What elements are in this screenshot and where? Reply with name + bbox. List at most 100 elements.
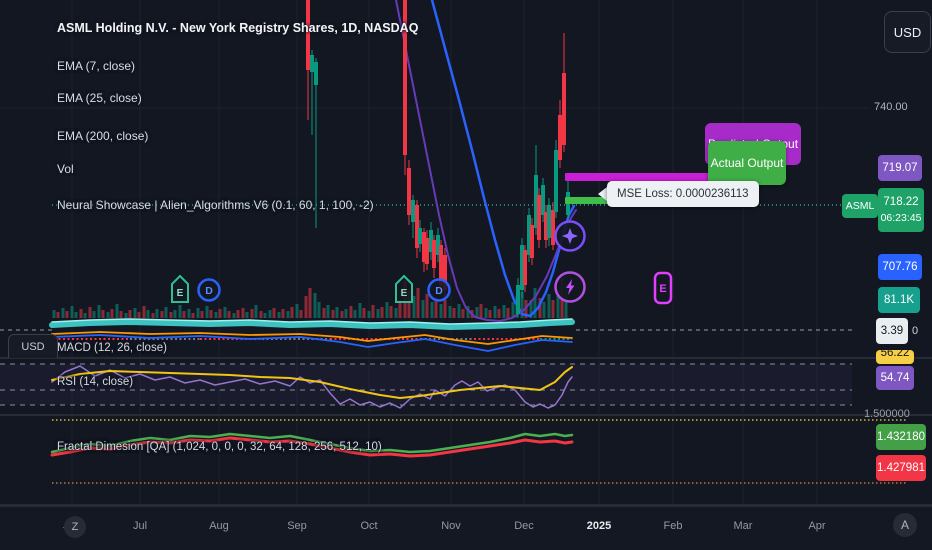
time-axis-label: Oct — [360, 520, 378, 532]
volume-bar — [88, 307, 92, 318]
timezone-button[interactable]: Z — [64, 516, 86, 538]
candle-body — [551, 210, 555, 245]
pane-separator[interactable] — [0, 414, 932, 416]
auto-scale-button[interactable]: A — [893, 513, 917, 537]
volume-bar — [173, 310, 177, 318]
volume-bar — [371, 305, 375, 318]
volume-bar — [169, 312, 173, 318]
tooltip-arrow — [598, 187, 607, 201]
volume-bar — [340, 311, 344, 318]
candle-body — [547, 205, 551, 238]
volume-bar — [160, 311, 164, 318]
volume-bar — [299, 310, 303, 318]
time-axis-label: Mar — [733, 520, 753, 532]
currency-button[interactable]: USD — [884, 11, 931, 53]
pane-separator[interactable] — [0, 357, 932, 359]
volume-bar — [128, 310, 132, 318]
volume-bar — [74, 312, 78, 318]
volume-bar — [164, 307, 168, 318]
volume-bar — [313, 293, 317, 318]
candle-body — [310, 55, 314, 72]
volume-bar — [250, 309, 254, 318]
candle-body — [537, 195, 541, 240]
volume-bar — [479, 304, 483, 318]
volume-bar — [254, 305, 258, 318]
legend-ema25[interactable]: EMA (25, close) — [57, 91, 142, 105]
volume-bar — [502, 305, 506, 318]
volume-bar — [506, 308, 510, 318]
upcoming-earnings-letter: E — [659, 283, 666, 295]
volume-bar — [92, 311, 96, 318]
volume-bar — [191, 313, 195, 318]
candle-body — [558, 115, 562, 160]
rsi-pane-label[interactable]: RSI (14, close) — [57, 376, 133, 388]
time-axis-label: Sep — [287, 520, 307, 532]
candle-body — [554, 150, 558, 212]
volume-bar — [263, 313, 267, 318]
volume-bar — [497, 309, 501, 318]
legend-ema200[interactable]: EMA (200, close) — [57, 129, 148, 143]
volume-bar — [335, 307, 339, 318]
volume-bar — [443, 300, 447, 318]
volume-bar — [281, 309, 285, 318]
volume-bar — [542, 302, 546, 318]
volume-bar — [119, 311, 123, 318]
macd-value-badge: 3.39 — [876, 318, 908, 344]
volume-bar — [286, 311, 290, 318]
fractal-pane-label[interactable]: Fractal Dimesion [QA] (1,024, 0, 0, 0, 3… — [57, 441, 382, 453]
volume-bar — [457, 304, 461, 318]
volume-bar — [218, 309, 222, 318]
volume-bar — [448, 306, 452, 318]
candle-body — [418, 228, 422, 244]
volume-bar — [52, 310, 56, 318]
volume-bar — [241, 308, 245, 318]
volume-bar — [259, 311, 263, 318]
left-scale-currency-tab[interactable]: USD — [8, 334, 58, 358]
time-axis-label: Aug — [209, 520, 229, 532]
volume-bar — [452, 308, 456, 318]
volume-badge: 81.1K — [878, 287, 920, 313]
volume-bar — [268, 310, 272, 318]
legend-ema7[interactable]: EMA (7, close) — [57, 59, 135, 73]
earnings-marker-letter: E — [401, 288, 408, 299]
volume-bar — [439, 304, 443, 318]
volume-bar — [214, 312, 218, 318]
time-axis[interactable]: JunJulAugSepOctNovDec2025FebMarApr Z A — [0, 506, 932, 550]
volume-bar — [79, 309, 83, 318]
fractal-red-badge: 1.427981 — [876, 455, 926, 481]
time-axis-label: Apr — [808, 520, 826, 532]
volume-bar — [272, 308, 276, 318]
volume-bar — [106, 312, 110, 318]
symbol-title[interactable]: ASML Holding N.V. - New York Registry Sh… — [57, 21, 418, 35]
volume-bar — [308, 288, 312, 318]
volume-bar — [389, 306, 393, 318]
volume-bar — [376, 309, 380, 318]
macd-pane-label[interactable]: MACD (12, 26, close) — [57, 342, 167, 354]
volume-bar — [322, 308, 326, 318]
volume-bar — [551, 300, 555, 318]
candlestick-series — [306, 0, 570, 317]
volume-bar — [358, 303, 362, 318]
volume-bar — [416, 288, 420, 318]
volume-bar — [205, 306, 209, 318]
chart-canvas[interactable]: EDEDE — [0, 0, 932, 550]
volume-bar — [236, 310, 240, 318]
volume-bar — [331, 310, 335, 318]
volume-bar — [200, 311, 204, 318]
mse-loss-tooltip: MSE Loss: 0.0000236113 — [607, 181, 759, 207]
volume-bar — [488, 310, 492, 318]
volume-bar — [295, 304, 299, 318]
tradingview-chart-window: E D E D E ASML Holding N.V. - New York Regis… — [0, 0, 932, 550]
volume-bar — [277, 312, 281, 318]
legend-neural-showcase[interactable]: Neural Showcase | Alien_Algorithms V6 (0… — [57, 198, 374, 212]
volume-bar — [461, 309, 465, 318]
volume-bar — [56, 312, 60, 318]
legend-vol[interactable]: Vol — [57, 162, 74, 176]
volume-bar — [178, 305, 182, 318]
last-price-value: 718.22 — [883, 196, 919, 209]
time-axis-label: Nov — [441, 520, 461, 532]
predicted-price-badge: 719.07 — [878, 155, 922, 181]
earnings-marker-letter: E — [177, 288, 184, 299]
candle-body — [432, 240, 436, 268]
volume-bar — [187, 309, 191, 318]
